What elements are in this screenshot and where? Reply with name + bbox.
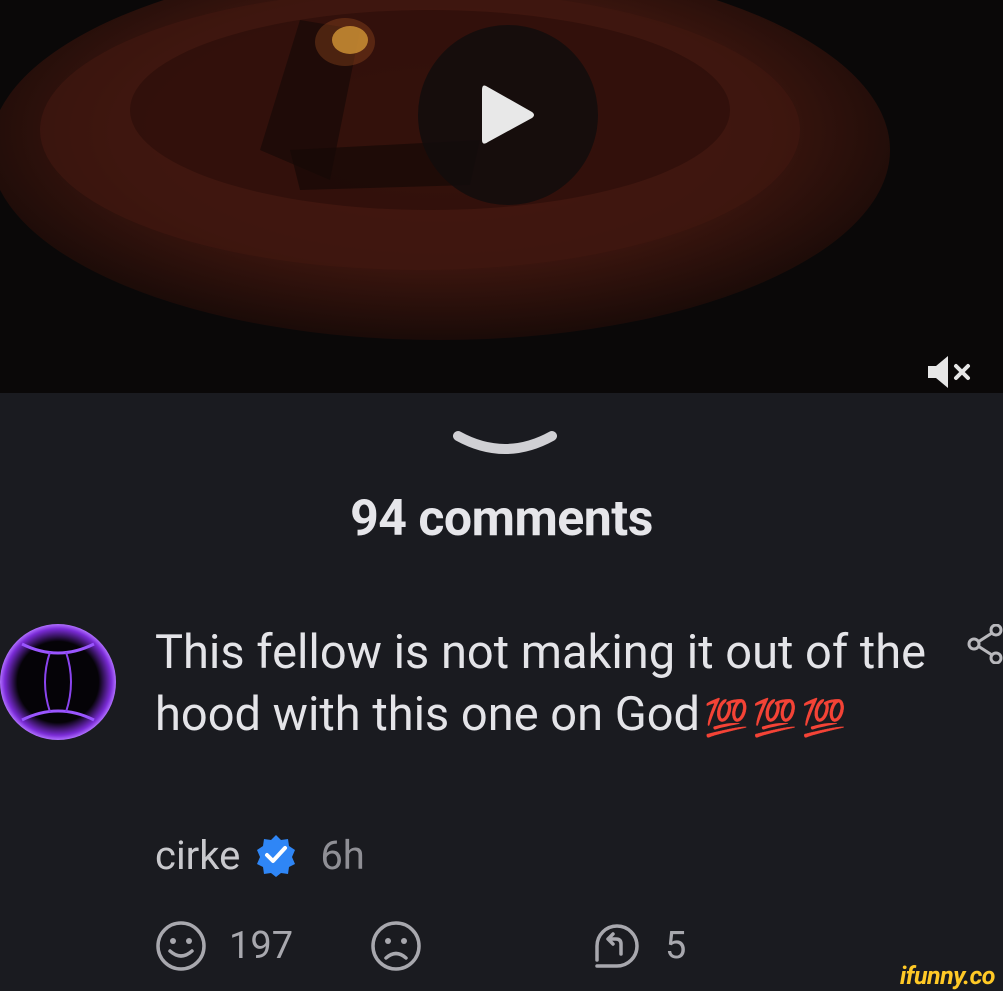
reply-count: 5 [665, 924, 687, 968]
smile-count: 197 [229, 924, 294, 968]
chevron-down-icon [453, 431, 557, 454]
hundred-emoji: 💯 [801, 697, 847, 739]
verified-badge [254, 833, 298, 877]
mute-icon [928, 356, 970, 388]
hundred-emoji: 💯 [752, 697, 798, 739]
smile-icon [156, 921, 206, 971]
comment-time: 6h [320, 831, 365, 879]
reply-icon [595, 924, 639, 968]
avatar[interactable] [0, 622, 118, 742]
video-player[interactable] [0, 0, 1003, 393]
username[interactable]: cirke [155, 832, 240, 879]
share-button[interactable] [964, 623, 1003, 668]
ifunny-logo: ifunny.co [899, 962, 996, 991]
hundred-emoji: 💯 [704, 697, 749, 739]
share-icon [967, 623, 1003, 665]
collapse-handle[interactable] [452, 424, 558, 468]
play-button[interactable] [418, 25, 598, 205]
verified-icon [257, 835, 296, 877]
avatar-image [0, 624, 116, 740]
mute-button[interactable] [924, 352, 980, 392]
comment-meta: cirke 6h [155, 828, 365, 882]
reply-button[interactable]: 5 [591, 920, 686, 972]
unsmile-button[interactable] [370, 920, 422, 972]
comments-count: 94 comments [350, 490, 653, 548]
play-icon [482, 85, 534, 144]
frown-icon [371, 921, 421, 971]
smile-button[interactable]: 197 [155, 920, 293, 972]
comment-text: This fellow is not making it out of the … [155, 622, 955, 749]
